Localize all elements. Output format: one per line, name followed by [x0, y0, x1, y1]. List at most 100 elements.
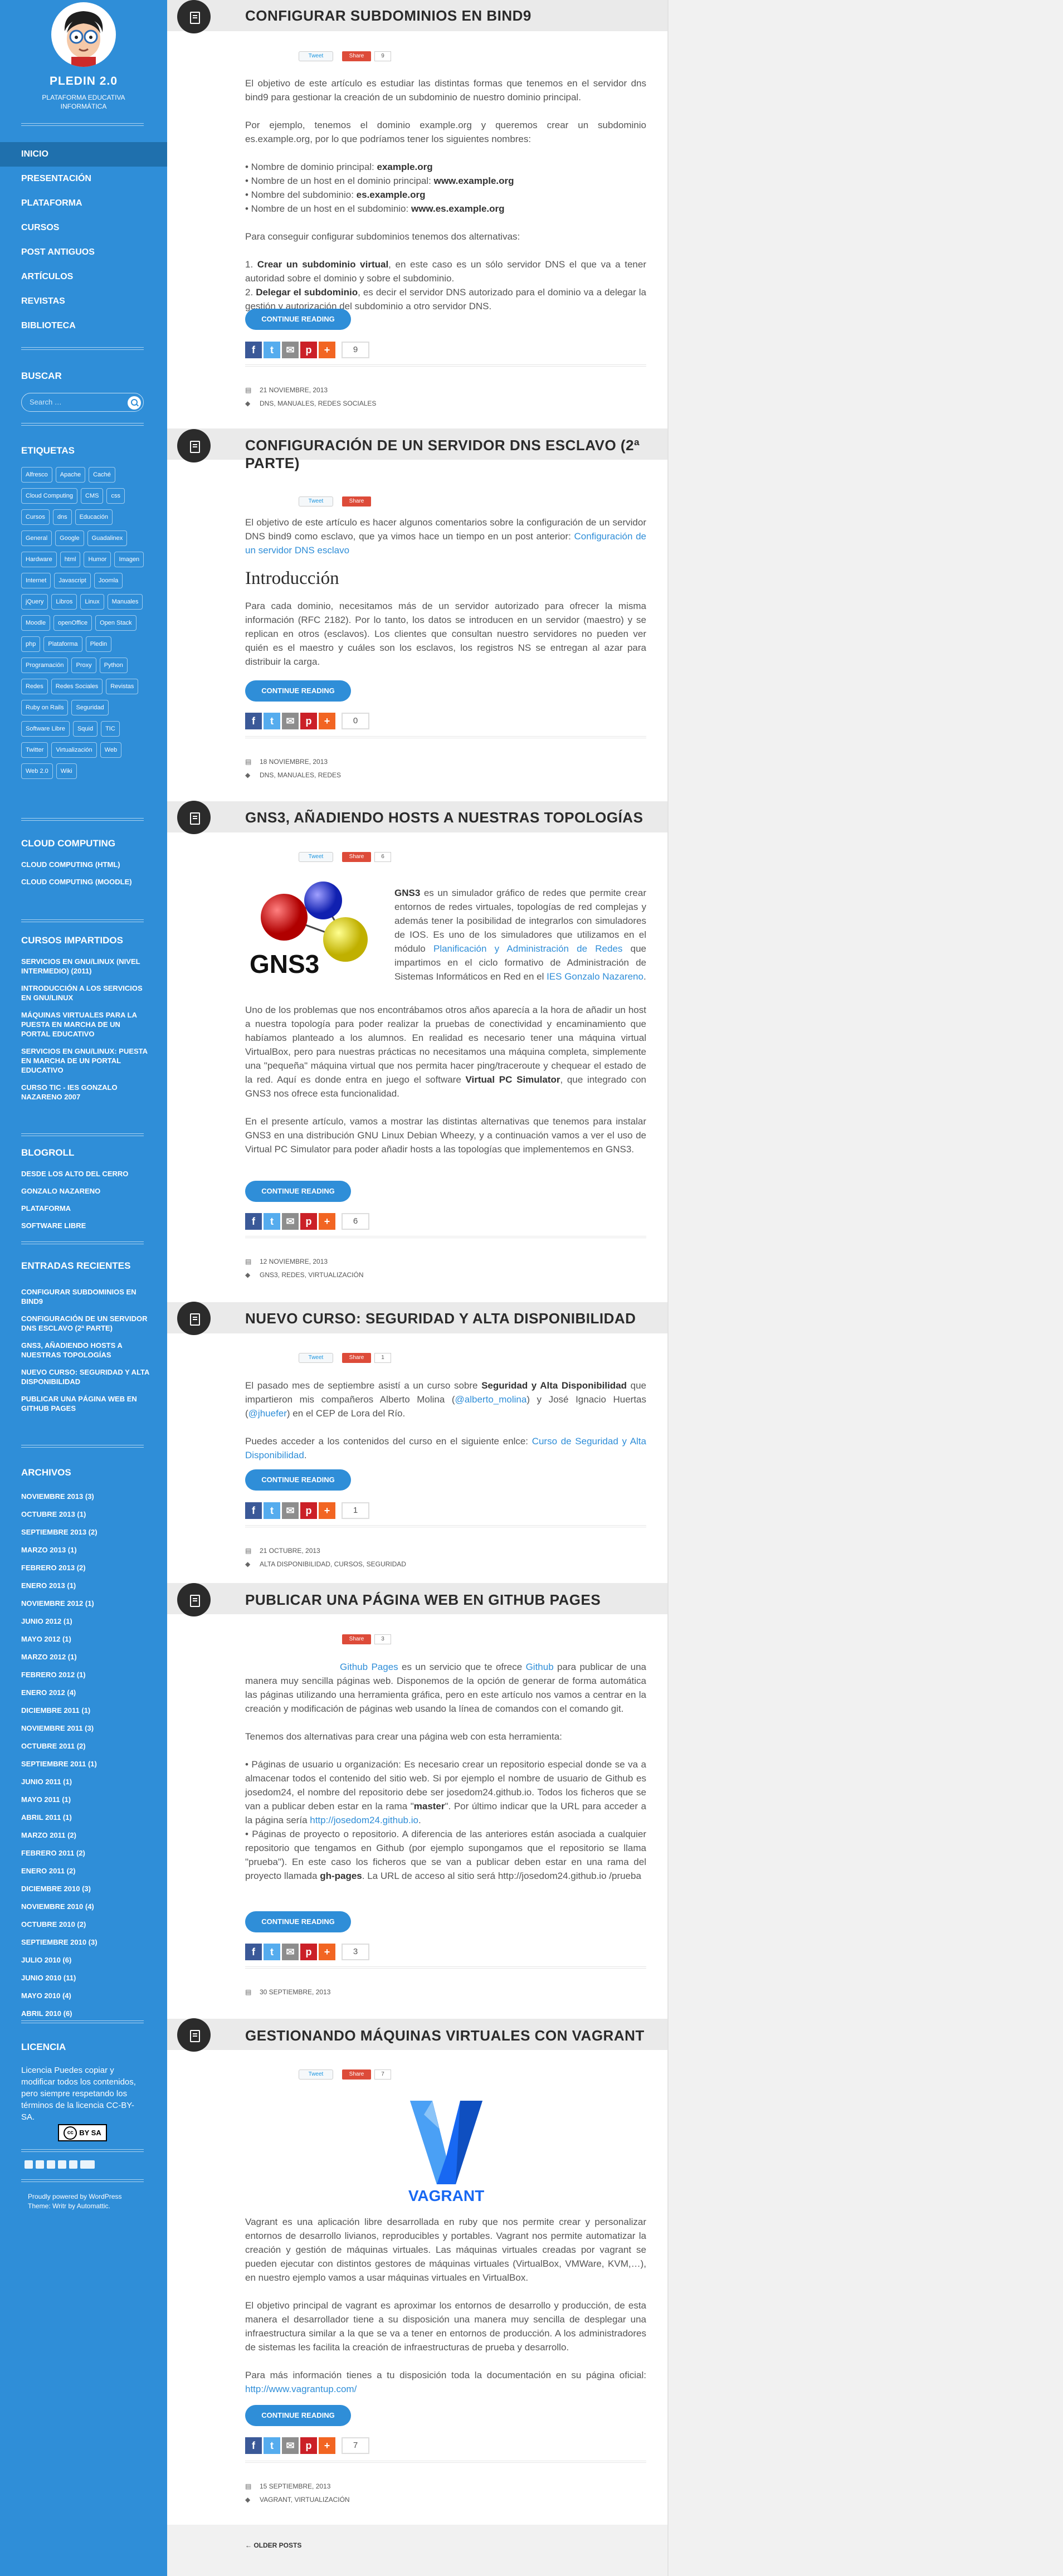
inline-link[interactable]: Github: [526, 1662, 554, 1672]
facebook-icon[interactable]: f: [245, 1213, 262, 1230]
tag-link[interactable]: Linux: [80, 594, 104, 610]
post-format-icon[interactable]: [177, 801, 211, 834]
tag-link[interactable]: Google: [55, 530, 84, 546]
post-tags[interactable]: DNS, MANUALES, REDES SOCIALES: [260, 400, 376, 407]
post-tags[interactable]: GNS3, REDES, VIRTUALIZACIÓN: [260, 1271, 364, 1279]
email-icon[interactable]: ✉: [282, 342, 299, 358]
tag-link[interactable]: Proxy: [71, 658, 96, 673]
reciente-link[interactable]: NUEVO CURSO: SEGURIDAD Y ALTA DISPONIBIL…: [21, 1367, 149, 1386]
facebook-icon[interactable]: [25, 2160, 33, 2169]
tag-link[interactable]: Cloud Computing: [21, 488, 77, 504]
post-format-icon[interactable]: [177, 2018, 211, 2052]
blogroll-link[interactable]: DESDE LOS ALTO DEL CERRO: [21, 1169, 149, 1179]
tag-link[interactable]: openOffice: [53, 615, 92, 631]
archive-link[interactable]: SEPTIEMBRE 2010 (3): [21, 1938, 149, 1947]
pinterest-icon[interactable]: [58, 2160, 66, 2169]
email-icon[interactable]: ✉: [282, 1944, 299, 1960]
continue-reading-button[interactable]: CONTINUE READING: [245, 680, 351, 702]
tag-link[interactable]: Squid: [72, 721, 98, 737]
tag-link[interactable]: Redes: [21, 679, 48, 694]
reciente-link[interactable]: CONFIGURACIÓN DE UN SERVIDOR DNS ESCLAVO…: [21, 1314, 149, 1333]
twitter-icon[interactable]: t: [264, 2437, 280, 2454]
continue-reading-button[interactable]: CONTINUE READING: [245, 309, 351, 330]
inline-link[interactable]: http://www.vagrantup.com/: [245, 2384, 357, 2394]
post-date[interactable]: 15 SEPTIEMBRE, 2013: [260, 2482, 330, 2490]
plus-icon[interactable]: +: [319, 2437, 335, 2454]
tag-link[interactable]: Moodle: [21, 615, 51, 631]
search-icon[interactable]: [128, 396, 141, 410]
tag-link[interactable]: Javascript: [54, 573, 91, 588]
facebook-icon[interactable]: f: [245, 2437, 262, 2454]
twitter-icon[interactable]: t: [264, 342, 280, 358]
plus-icon[interactable]: +: [319, 342, 335, 358]
facebook-icon[interactable]: f: [245, 1502, 262, 1519]
blogroll-link[interactable]: PLATAFORMA: [21, 1204, 149, 1213]
inline-link[interactable]: Planificación y Administración de Redes: [433, 943, 622, 954]
email-icon[interactable]: ✉: [282, 2437, 299, 2454]
inline-link[interactable]: IES Gonzalo Nazareno: [547, 971, 643, 982]
archive-link[interactable]: ENERO 2011 (2): [21, 1867, 149, 1876]
tweet-button[interactable]: Tweet: [299, 496, 333, 507]
cc-license-badge[interactable]: cc BY SA: [58, 2124, 107, 2141]
reciente-link[interactable]: CONFIGURAR SUBDOMINIOS EN BIND9: [21, 1287, 149, 1306]
plus-icon[interactable]: +: [319, 1944, 335, 1960]
reciente-link[interactable]: GNS3, AÑADIENDO HOSTS A NUESTRAS TOPOLOG…: [21, 1341, 149, 1360]
plus-icon[interactable]: +: [319, 713, 335, 729]
pinterest-icon[interactable]: p: [300, 342, 317, 358]
tweet-button[interactable]: Tweet: [299, 1353, 333, 1363]
curso-link[interactable]: MÁQUINAS VIRTUALES PARA LA PUESTA EN MAR…: [21, 1010, 149, 1039]
gplus-share-button[interactable]: Share: [342, 852, 371, 862]
tag-link[interactable]: CMS: [81, 488, 104, 504]
tag-link[interactable]: Joomla: [94, 573, 123, 588]
nav-item-biblioteca[interactable]: BIBLIOTECA: [0, 314, 167, 338]
tag-link[interactable]: Ruby on Rails: [21, 700, 69, 715]
post-format-icon[interactable]: [177, 0, 211, 33]
plus-icon[interactable]: +: [319, 1502, 335, 1519]
archive-link[interactable]: NOVIEMBRE 2013 (3): [21, 1492, 149, 1501]
email-icon[interactable]: ✉: [282, 1502, 299, 1519]
facebook-icon[interactable]: f: [245, 1944, 262, 1960]
nav-item-presentacion[interactable]: PRESENTACIÓN: [0, 167, 167, 191]
post-title[interactable]: GNS3, AÑADIENDO HOSTS A NUESTRAS TOPOLOG…: [245, 809, 643, 826]
tag-link[interactable]: Libros: [51, 594, 77, 610]
curso-link[interactable]: SERVICIOS EN GNU/LINUX: PUESTA EN MARCHA…: [21, 1046, 149, 1075]
archive-link[interactable]: MAYO 2012 (1): [21, 1635, 149, 1644]
tag-link[interactable]: TIC: [101, 721, 120, 737]
email-icon[interactable]: ✉: [282, 713, 299, 729]
archive-link[interactable]: DICIEMBRE 2010 (3): [21, 1884, 149, 1893]
powered-by[interactable]: Proudly powered by WordPress Theme: Writ…: [28, 2192, 145, 2211]
tag-link[interactable]: Hardware: [21, 552, 57, 567]
archive-link[interactable]: NOVIEMBRE 2011 (3): [21, 1724, 149, 1733]
tag-link[interactable]: Twitter: [21, 742, 48, 758]
tag-link[interactable]: Humor: [84, 552, 111, 567]
archive-link[interactable]: MARZO 2013 (1): [21, 1546, 149, 1555]
older-posts-link[interactable]: ← OLDER POSTS: [245, 2541, 301, 2549]
post-title[interactable]: NUEVO CURSO: SEGURIDAD Y ALTA DISPONIBIL…: [245, 1309, 636, 1327]
inline-link[interactable]: Github Pages: [340, 1662, 398, 1672]
post-title[interactable]: PUBLICAR UNA PÁGINA WEB EN GITHUB PAGES: [245, 1591, 601, 1609]
tag-link[interactable]: Guadalinex: [87, 530, 128, 546]
tag-link[interactable]: Python: [99, 658, 128, 673]
archive-link[interactable]: FEBRERO 2011 (2): [21, 1849, 149, 1858]
archive-link[interactable]: MAYO 2010 (4): [21, 1991, 149, 2000]
search-input[interactable]: Search …: [21, 393, 144, 412]
nav-item-cursos[interactable]: CURSOS: [0, 216, 167, 240]
continue-reading-button[interactable]: CONTINUE READING: [245, 1181, 351, 1202]
archive-link[interactable]: MARZO 2011 (2): [21, 1831, 149, 1840]
tag-link[interactable]: Open Stack: [95, 615, 136, 631]
curso-link[interactable]: CURSO TIC - IES GONZALO NAZARENO 2007: [21, 1083, 149, 1102]
pinterest-icon[interactable]: p: [300, 1213, 317, 1230]
reciente-link[interactable]: PUBLICAR UNA PÁGINA WEB EN GITHUB PAGES: [21, 1394, 149, 1413]
post-tags[interactable]: VAGRANT, VIRTUALIZACIÓN: [260, 2496, 350, 2504]
post-title[interactable]: CONFIGURACIÓN DE UN SERVIDOR DNS ESCLAVO…: [245, 436, 646, 472]
tag-link[interactable]: Pledin: [85, 636, 112, 652]
tweet-button[interactable]: Tweet: [299, 852, 333, 862]
pinterest-icon[interactable]: p: [300, 713, 317, 729]
pinterest-icon[interactable]: p: [300, 1502, 317, 1519]
tag-link[interactable]: Revistas: [106, 679, 139, 694]
nav-item-articulos[interactable]: ARTÍCULOS: [0, 265, 167, 289]
tag-link[interactable]: Web 2.0: [21, 763, 53, 779]
twitter-icon[interactable]: t: [264, 1502, 280, 1519]
tweet-button[interactable]: Tweet: [299, 51, 333, 61]
facebook-icon[interactable]: f: [245, 713, 262, 729]
